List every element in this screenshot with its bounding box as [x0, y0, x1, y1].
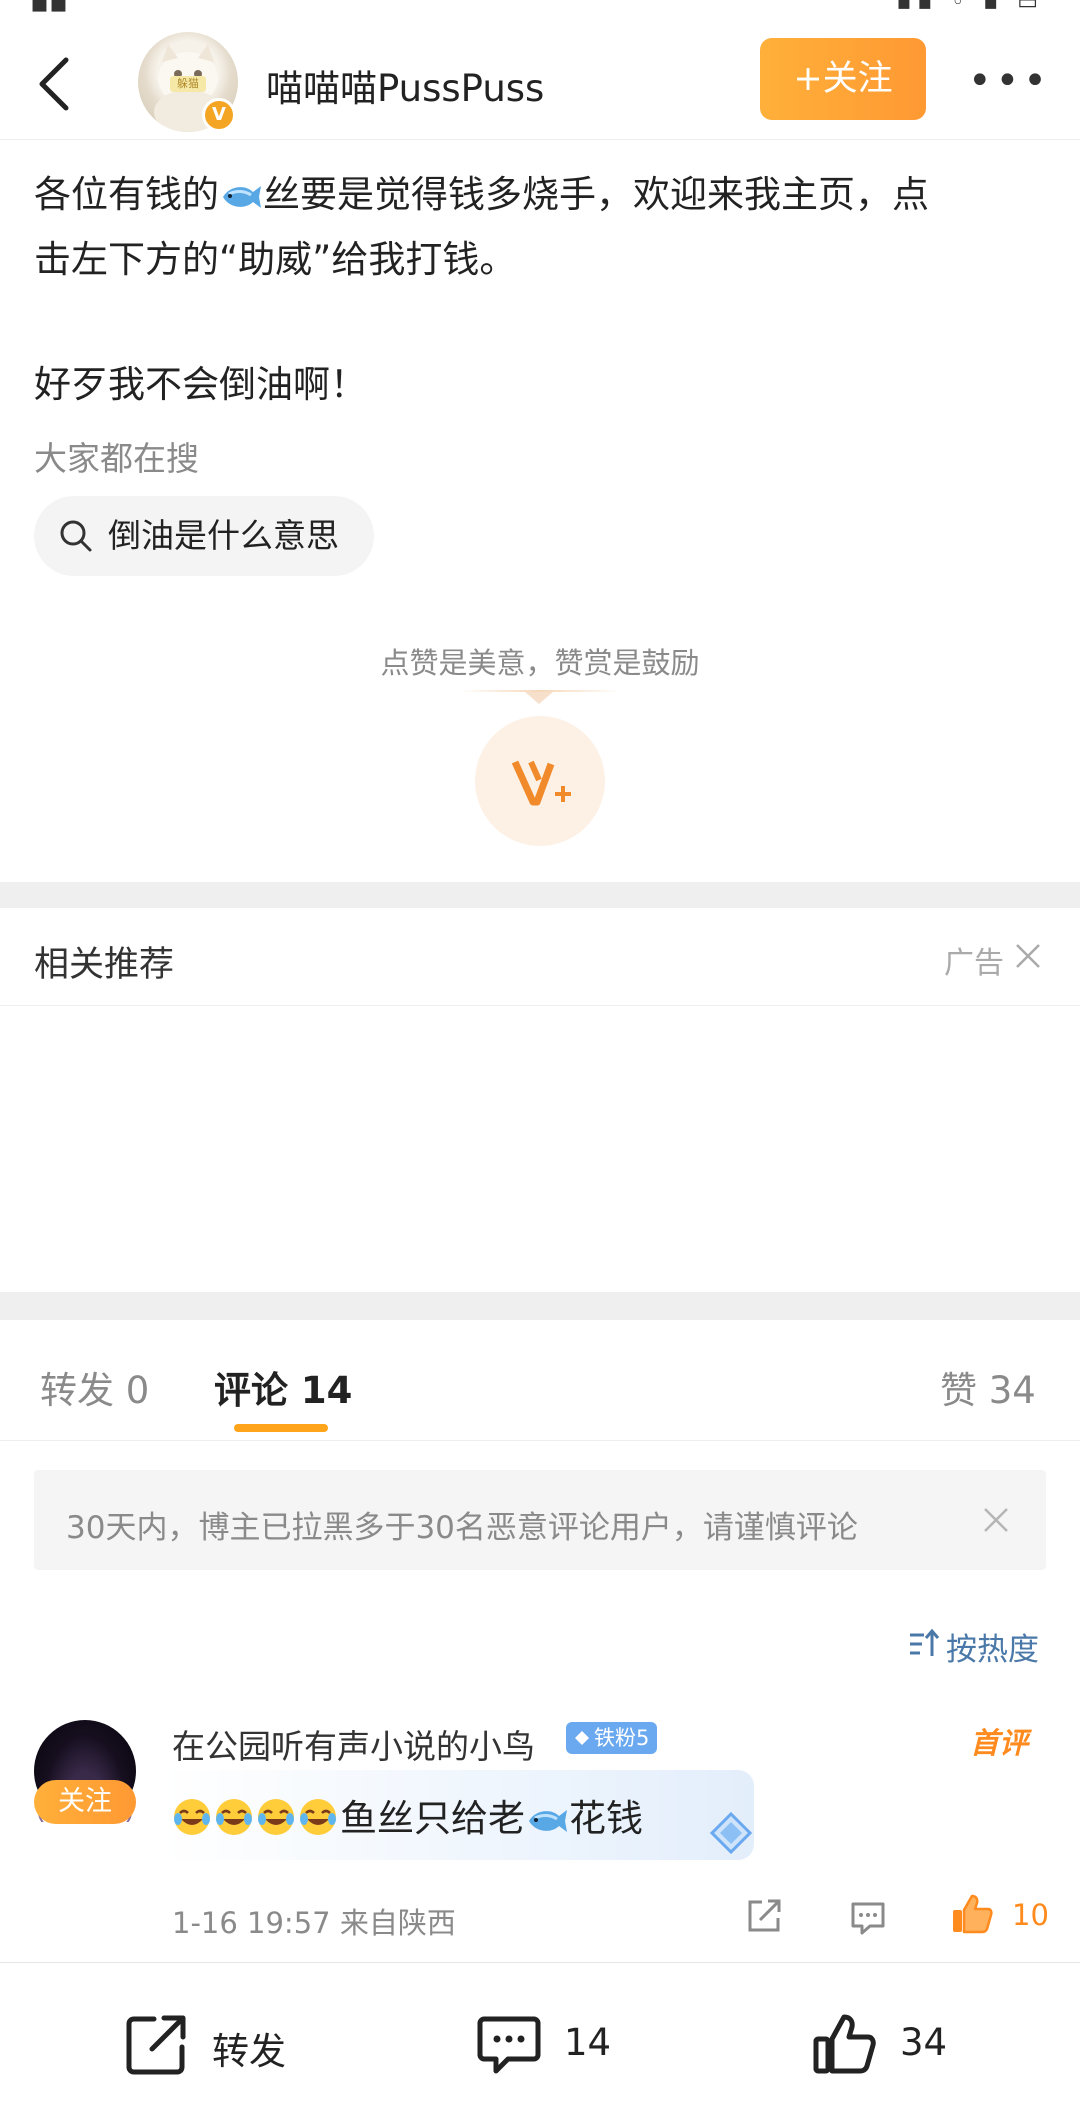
first-comment-badge: 首评 — [970, 1726, 1029, 1760]
section-gap — [0, 1292, 1080, 1320]
back-arrow-icon[interactable] — [32, 52, 82, 116]
author-name[interactable]: 喵喵喵PussPuss — [266, 58, 544, 112]
thumb-up-icon[interactable] — [950, 1892, 994, 1936]
status-icons: ▪▪ ◦ ▪ ▭ — [896, 0, 1044, 15]
diamond-icon — [709, 1811, 753, 1855]
comment-notice-text: 30天内，博主已拉黑多于30名恶意评论用户，请谨慎评论 — [66, 1510, 858, 1546]
thumb-up-icon — [813, 2014, 876, 2074]
status-bar: ▪▪ ▪▪ ◦ ▪ ▭ — [0, 0, 1080, 24]
commenter-name[interactable]: 在公园听有声小说的小鸟 — [172, 1720, 535, 1768]
comment-bubble-icon — [477, 2016, 541, 2074]
post-line-3: 好歹我不会倒油啊！ — [34, 363, 367, 406]
repost-label: 转发 — [212, 2030, 286, 2073]
like-count: 34 — [900, 2021, 948, 2064]
comment-text: 鱼丝只给老 花钱 — [172, 1788, 643, 1842]
post-header: 躲猫 V 喵喵喵PussPuss +关注 ••• — [0, 30, 1080, 140]
laugh-cry-emoji-icon — [216, 1799, 252, 1835]
fish-emoji-icon — [223, 185, 261, 208]
post-line-1: 各位有钱的 丝要是觉得钱多烧手，欢迎来我主页，点 — [34, 173, 929, 216]
reward-v-icon — [511, 760, 571, 806]
close-icon[interactable] — [980, 1504, 1012, 1536]
trending-search-label: 大家都在搜 — [34, 439, 199, 478]
laugh-cry-emoji-icon — [300, 1799, 336, 1835]
active-tab-indicator — [234, 1424, 328, 1432]
like-button[interactable]: 34 — [812, 2011, 972, 2081]
post-line-2: 击左下方的“助威”给我打钱。 — [34, 238, 517, 281]
post-body: 各位有钱的 丝要是觉得钱多烧手，欢迎来我主页，点 击左下方的“助威”给我打钱。 … — [34, 162, 1044, 417]
sort-label: 按热度 — [946, 1632, 1039, 1668]
ad-label: 广告 — [944, 946, 1004, 981]
laugh-cry-emoji-icon — [174, 1799, 210, 1835]
sort-icon — [910, 1628, 940, 1656]
laugh-cry-emoji-icon — [258, 1799, 294, 1835]
diamond-icon — [575, 1731, 589, 1745]
fish-emoji-icon — [529, 1809, 567, 1832]
reward-button[interactable] — [475, 716, 605, 846]
tab-like[interactable]: 赞 34 — [940, 1360, 1036, 1414]
close-icon[interactable] — [1012, 940, 1044, 972]
ad-slot — [0, 1006, 1080, 1292]
verified-v-icon: V — [202, 98, 236, 132]
bottom-action-bar: 转发 14 34 — [0, 1962, 1080, 2114]
status-time: ▪▪ — [30, 0, 68, 19]
follow-button[interactable]: +关注 — [760, 38, 926, 120]
sort-button[interactable]: 按热度 — [906, 1622, 1046, 1668]
reply-icon[interactable] — [848, 1898, 888, 1938]
tab-comment[interactable]: 评论 14 — [214, 1360, 352, 1414]
comment-button[interactable]: 14 — [476, 2011, 636, 2081]
reward-hint: 点赞是美意，赞赏是鼓励 — [380, 646, 700, 680]
share-icon — [126, 2015, 186, 2075]
repost-button[interactable]: 转发 — [124, 2011, 324, 2081]
commenter-follow-button[interactable]: 关注 — [34, 1780, 136, 1824]
share-icon[interactable] — [744, 1896, 784, 1936]
comment-like-count: 10 — [1012, 1898, 1049, 1932]
related-recommend-title: 相关推荐 — [34, 945, 175, 985]
divider — [0, 1440, 1080, 1441]
comment-count: 14 — [564, 2021, 612, 2064]
more-options-button[interactable]: ••• — [968, 56, 1048, 106]
comment-meta: 1-16 19:57 来自陕西 — [172, 1906, 456, 1940]
section-gap — [0, 882, 1080, 908]
avatar-tag: 躲猫 — [170, 76, 206, 92]
tab-repost[interactable]: 转发 0 — [40, 1360, 149, 1414]
search-icon — [60, 520, 92, 552]
reward-pointer — [525, 692, 553, 704]
